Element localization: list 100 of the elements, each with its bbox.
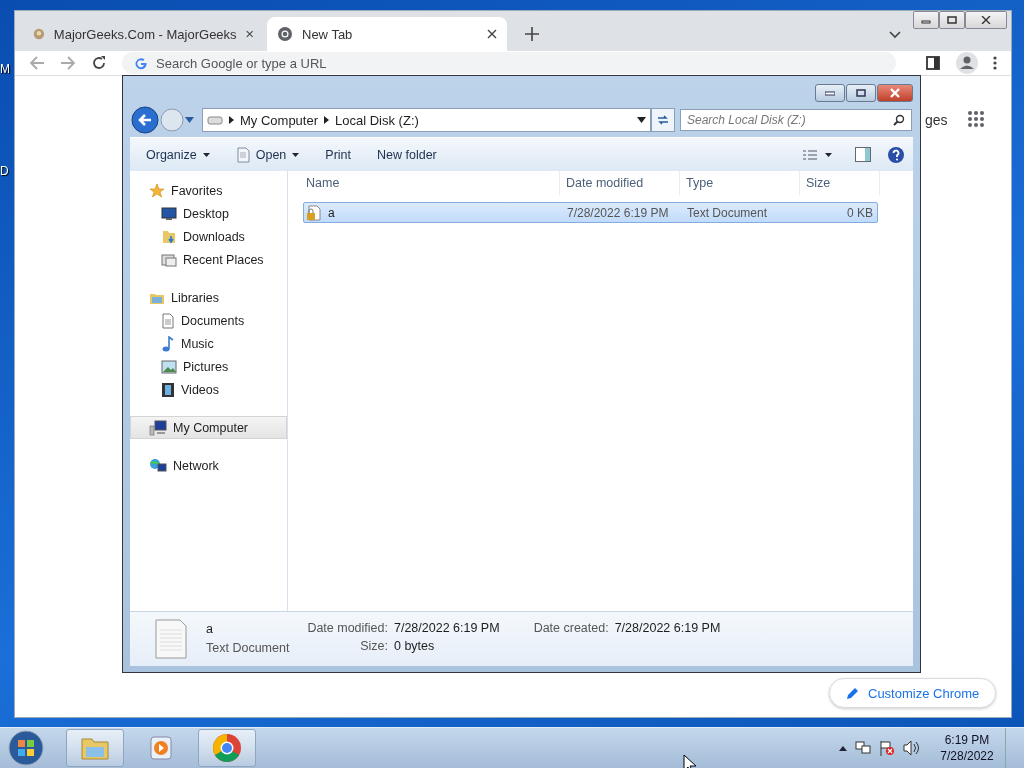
chrome-icon xyxy=(277,26,293,42)
flag-icon[interactable] xyxy=(879,740,895,756)
text-file-icon xyxy=(154,618,188,660)
minimize-icon xyxy=(825,90,835,96)
navigation-item[interactable]: Recent Places xyxy=(130,248,287,271)
table-cell-text: Text Document xyxy=(686,205,769,220)
picture-icon xyxy=(161,359,177,374)
search-icon xyxy=(893,114,905,126)
network-icon xyxy=(149,457,167,474)
folder-icon xyxy=(161,228,177,245)
preview-pane-icon xyxy=(855,147,871,162)
table-cell-text: 7/28/2022 6:19 PM xyxy=(566,205,670,220)
file-name: a xyxy=(206,622,213,637)
network-icon[interactable] xyxy=(855,740,871,756)
new-tab-icon[interactable] xyxy=(525,27,539,41)
maximize-icon xyxy=(947,16,957,24)
show-hidden-icons-icon[interactable] xyxy=(839,745,847,751)
menu-button[interactable]: Open xyxy=(227,144,308,165)
file-type: Text Document xyxy=(206,641,290,656)
file-row[interactable]: a 7/28/2022 6:19 PM Text Document 0 KB xyxy=(303,202,878,223)
navigation-item[interactable]: My Computer xyxy=(130,416,287,439)
film-icon xyxy=(161,381,175,398)
address-bar[interactable]: My Computer Local Disk (Z:) xyxy=(202,108,651,132)
toolbar-button[interactable]: New folder xyxy=(369,145,445,164)
navigation-item[interactable]: Downloads xyxy=(130,225,287,248)
chrome-icon xyxy=(212,733,242,763)
breadcrumb-item[interactable]: My Computer xyxy=(240,112,319,128)
navigation-item[interactable]: Videos xyxy=(130,378,287,401)
site-icon xyxy=(33,26,45,42)
field-value: 7/28/2022 6:19 PM xyxy=(614,621,721,635)
refresh-icon xyxy=(656,114,670,126)
document-icon xyxy=(161,312,175,329)
back-button-icon[interactable] xyxy=(131,106,159,134)
list-view-icon xyxy=(803,149,833,160)
help-icon[interactable] xyxy=(887,145,905,164)
navigation-item[interactable]: Libraries xyxy=(130,286,287,309)
field-label: Size: xyxy=(359,639,388,653)
monitor-icon xyxy=(161,206,177,221)
computer-icon xyxy=(149,419,167,436)
breadcrumb-arrow-icon xyxy=(324,116,330,124)
column-header[interactable]: Type xyxy=(680,171,800,195)
navigation-item[interactable]: Documents xyxy=(130,309,287,332)
maximize-button[interactable] xyxy=(939,11,965,29)
desktop-icon-label[interactable]: M xyxy=(0,62,10,76)
close-icon xyxy=(981,16,991,24)
dropdown-arrow-icon[interactable] xyxy=(637,117,646,123)
minimize-button[interactable] xyxy=(913,11,939,29)
clock-date[interactable]: 7/28/2022 xyxy=(940,749,994,763)
navigation-item[interactable]: Network xyxy=(130,454,287,477)
taskbar-button[interactable] xyxy=(198,729,256,767)
navigation-item[interactable]: Pictures xyxy=(130,355,287,378)
breadcrumb-item[interactable]: Local Disk (Z:) xyxy=(335,112,419,128)
toolbar-button[interactable]: Print xyxy=(317,145,360,164)
navigation-item[interactable]: Music xyxy=(130,332,287,355)
menu-icon[interactable] xyxy=(993,55,997,71)
drive-icon xyxy=(207,115,223,125)
close-icon[interactable] xyxy=(245,29,253,39)
table-cell-text: 0 KB xyxy=(846,205,874,220)
customize-chrome-button[interactable]: Customize Chrome xyxy=(829,678,997,708)
speaker-icon[interactable] xyxy=(903,740,919,756)
apps-grid-icon[interactable] xyxy=(967,110,985,128)
document-icon xyxy=(235,146,250,163)
pencil-icon xyxy=(846,686,860,700)
start-button-icon[interactable] xyxy=(8,730,44,766)
link-text[interactable]: ges xyxy=(925,112,948,128)
close-button[interactable] xyxy=(877,84,913,102)
address-bar[interactable]: Search Google or type a URL xyxy=(122,52,896,74)
desktop-icon-label[interactable]: D xyxy=(0,164,9,178)
side-panel-icon[interactable] xyxy=(925,55,941,71)
reload-icon[interactable] xyxy=(91,55,107,71)
caret-icon xyxy=(292,152,300,157)
field-value: 0 bytes xyxy=(394,639,436,653)
maximize-button[interactable] xyxy=(846,84,876,102)
close-icon xyxy=(889,88,901,98)
breadcrumb-arrow-icon xyxy=(229,116,234,124)
search-field[interactable]: Search Local Disk (Z:) xyxy=(680,109,912,131)
chevron-down-icon[interactable] xyxy=(889,31,901,39)
profile-icon[interactable] xyxy=(956,52,978,74)
folder-icon xyxy=(80,735,110,761)
navigation-item[interactable]: Favorites xyxy=(130,179,287,202)
locked-text-file-icon xyxy=(306,204,322,221)
close-button[interactable] xyxy=(965,11,1007,29)
browser-tab[interactable]: MajorGeeks.Com - MajorGeeks xyxy=(23,17,263,51)
star-icon xyxy=(149,182,165,199)
clock-time[interactable]: 6:19 PM xyxy=(944,733,990,747)
google-icon xyxy=(134,56,148,70)
column-header[interactable]: Name xyxy=(288,171,560,195)
column-header[interactable]: Date modified xyxy=(560,171,680,195)
close-icon[interactable] xyxy=(487,29,497,39)
browser-tab[interactable]: New Tab xyxy=(267,17,507,51)
minimize-button[interactable] xyxy=(815,84,845,102)
navigation-item[interactable]: Desktop xyxy=(130,202,287,225)
file-name: a xyxy=(328,205,335,220)
refresh-button[interactable] xyxy=(651,108,675,132)
column-header[interactable]: Size xyxy=(800,171,880,195)
music-note-icon xyxy=(161,335,175,352)
caret-icon xyxy=(202,152,210,157)
menu-button[interactable]: Organize xyxy=(138,145,218,164)
maximize-icon xyxy=(856,89,866,97)
media-player-icon xyxy=(148,735,174,761)
